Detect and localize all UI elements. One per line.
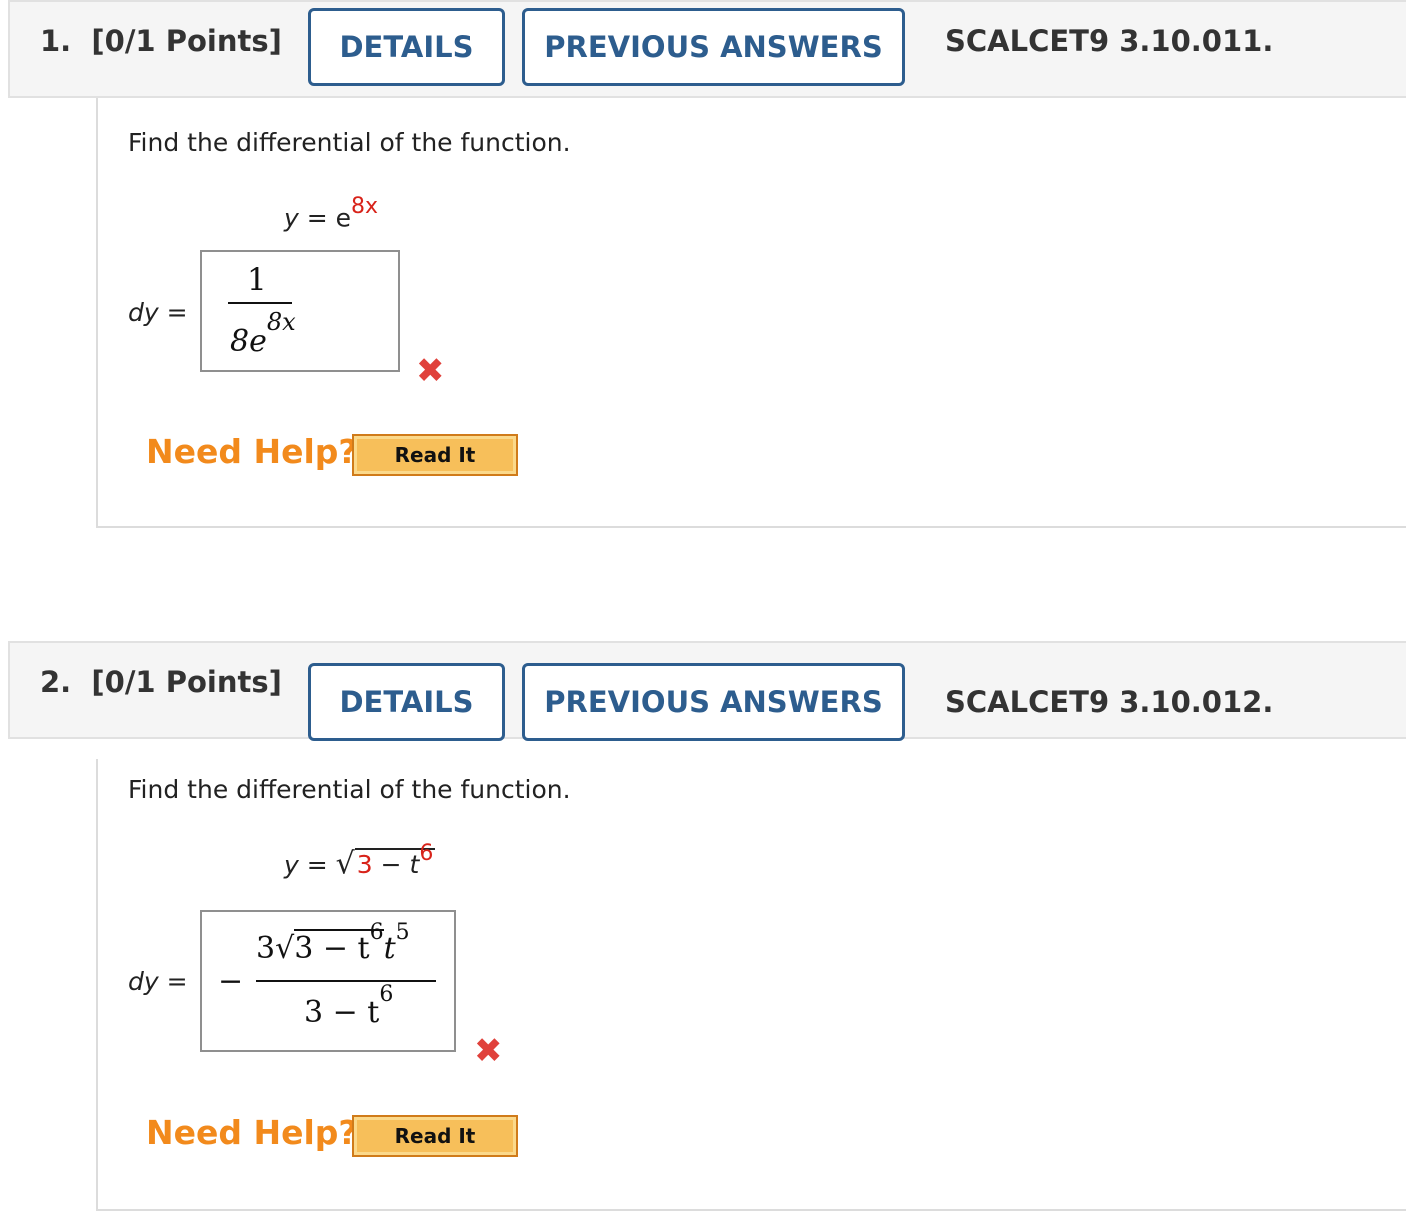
fraction-bar bbox=[228, 302, 292, 304]
details-button[interactable]: DETAILS bbox=[308, 8, 505, 86]
incorrect-x-icon: ✖ bbox=[416, 351, 445, 391]
answer-numerator: 1 bbox=[247, 262, 267, 298]
question-prompt: Find the differential of the function. bbox=[128, 128, 571, 157]
answer-label: dy = bbox=[128, 967, 188, 996]
read-it-button[interactable]: Read It bbox=[352, 434, 518, 476]
answer-box[interactable]: 1 8e8x bbox=[200, 250, 400, 372]
answer-numerator: 3√3 − t6t5 bbox=[256, 920, 410, 966]
need-help-label: Need Help? bbox=[146, 432, 358, 471]
function-expression: y = e8x bbox=[284, 194, 379, 233]
question-number: 2. [0/1 Points] bbox=[40, 665, 282, 699]
answer-denominator: 8e8x bbox=[230, 308, 296, 359]
previous-answers-button[interactable]: PREVIOUS ANSWERS bbox=[522, 663, 905, 741]
incorrect-x-icon: ✖ bbox=[474, 1031, 503, 1071]
fraction-bar bbox=[256, 980, 436, 982]
question-prompt: Find the differential of the function. bbox=[128, 775, 571, 804]
question-2-header: 2. [0/1 Points] DETAILS PREVIOUS ANSWERS… bbox=[8, 641, 1406, 741]
question-2-body: Find the differential of the function. y… bbox=[96, 759, 1406, 1211]
need-help-label: Need Help? bbox=[146, 1113, 358, 1152]
answer-box[interactable]: − 3√3 − t6t5 3 − t6 bbox=[200, 910, 456, 1052]
question-1-body: Find the differential of the function. y… bbox=[96, 98, 1406, 528]
question-1-header: 1. [0/1 Points] DETAILS PREVIOUS ANSWERS… bbox=[8, 0, 1406, 98]
previous-answers-button[interactable]: PREVIOUS ANSWERS bbox=[522, 8, 905, 86]
read-it-button[interactable]: Read It bbox=[352, 1115, 518, 1157]
question-code: SCALCET9 3.10.012. bbox=[945, 685, 1274, 719]
radical-icon: √ bbox=[335, 846, 355, 882]
question-number: 1. [0/1 Points] bbox=[40, 24, 282, 58]
answer-denominator: 3 − t6 bbox=[304, 982, 394, 1030]
answer-sign: − bbox=[218, 964, 244, 999]
details-button[interactable]: DETAILS bbox=[308, 663, 505, 741]
radical-icon: √ bbox=[275, 931, 295, 966]
function-expression: y = √3 − t6 bbox=[284, 841, 436, 882]
answer-label: dy = bbox=[128, 298, 188, 327]
question-code: SCALCET9 3.10.011. bbox=[945, 24, 1274, 58]
